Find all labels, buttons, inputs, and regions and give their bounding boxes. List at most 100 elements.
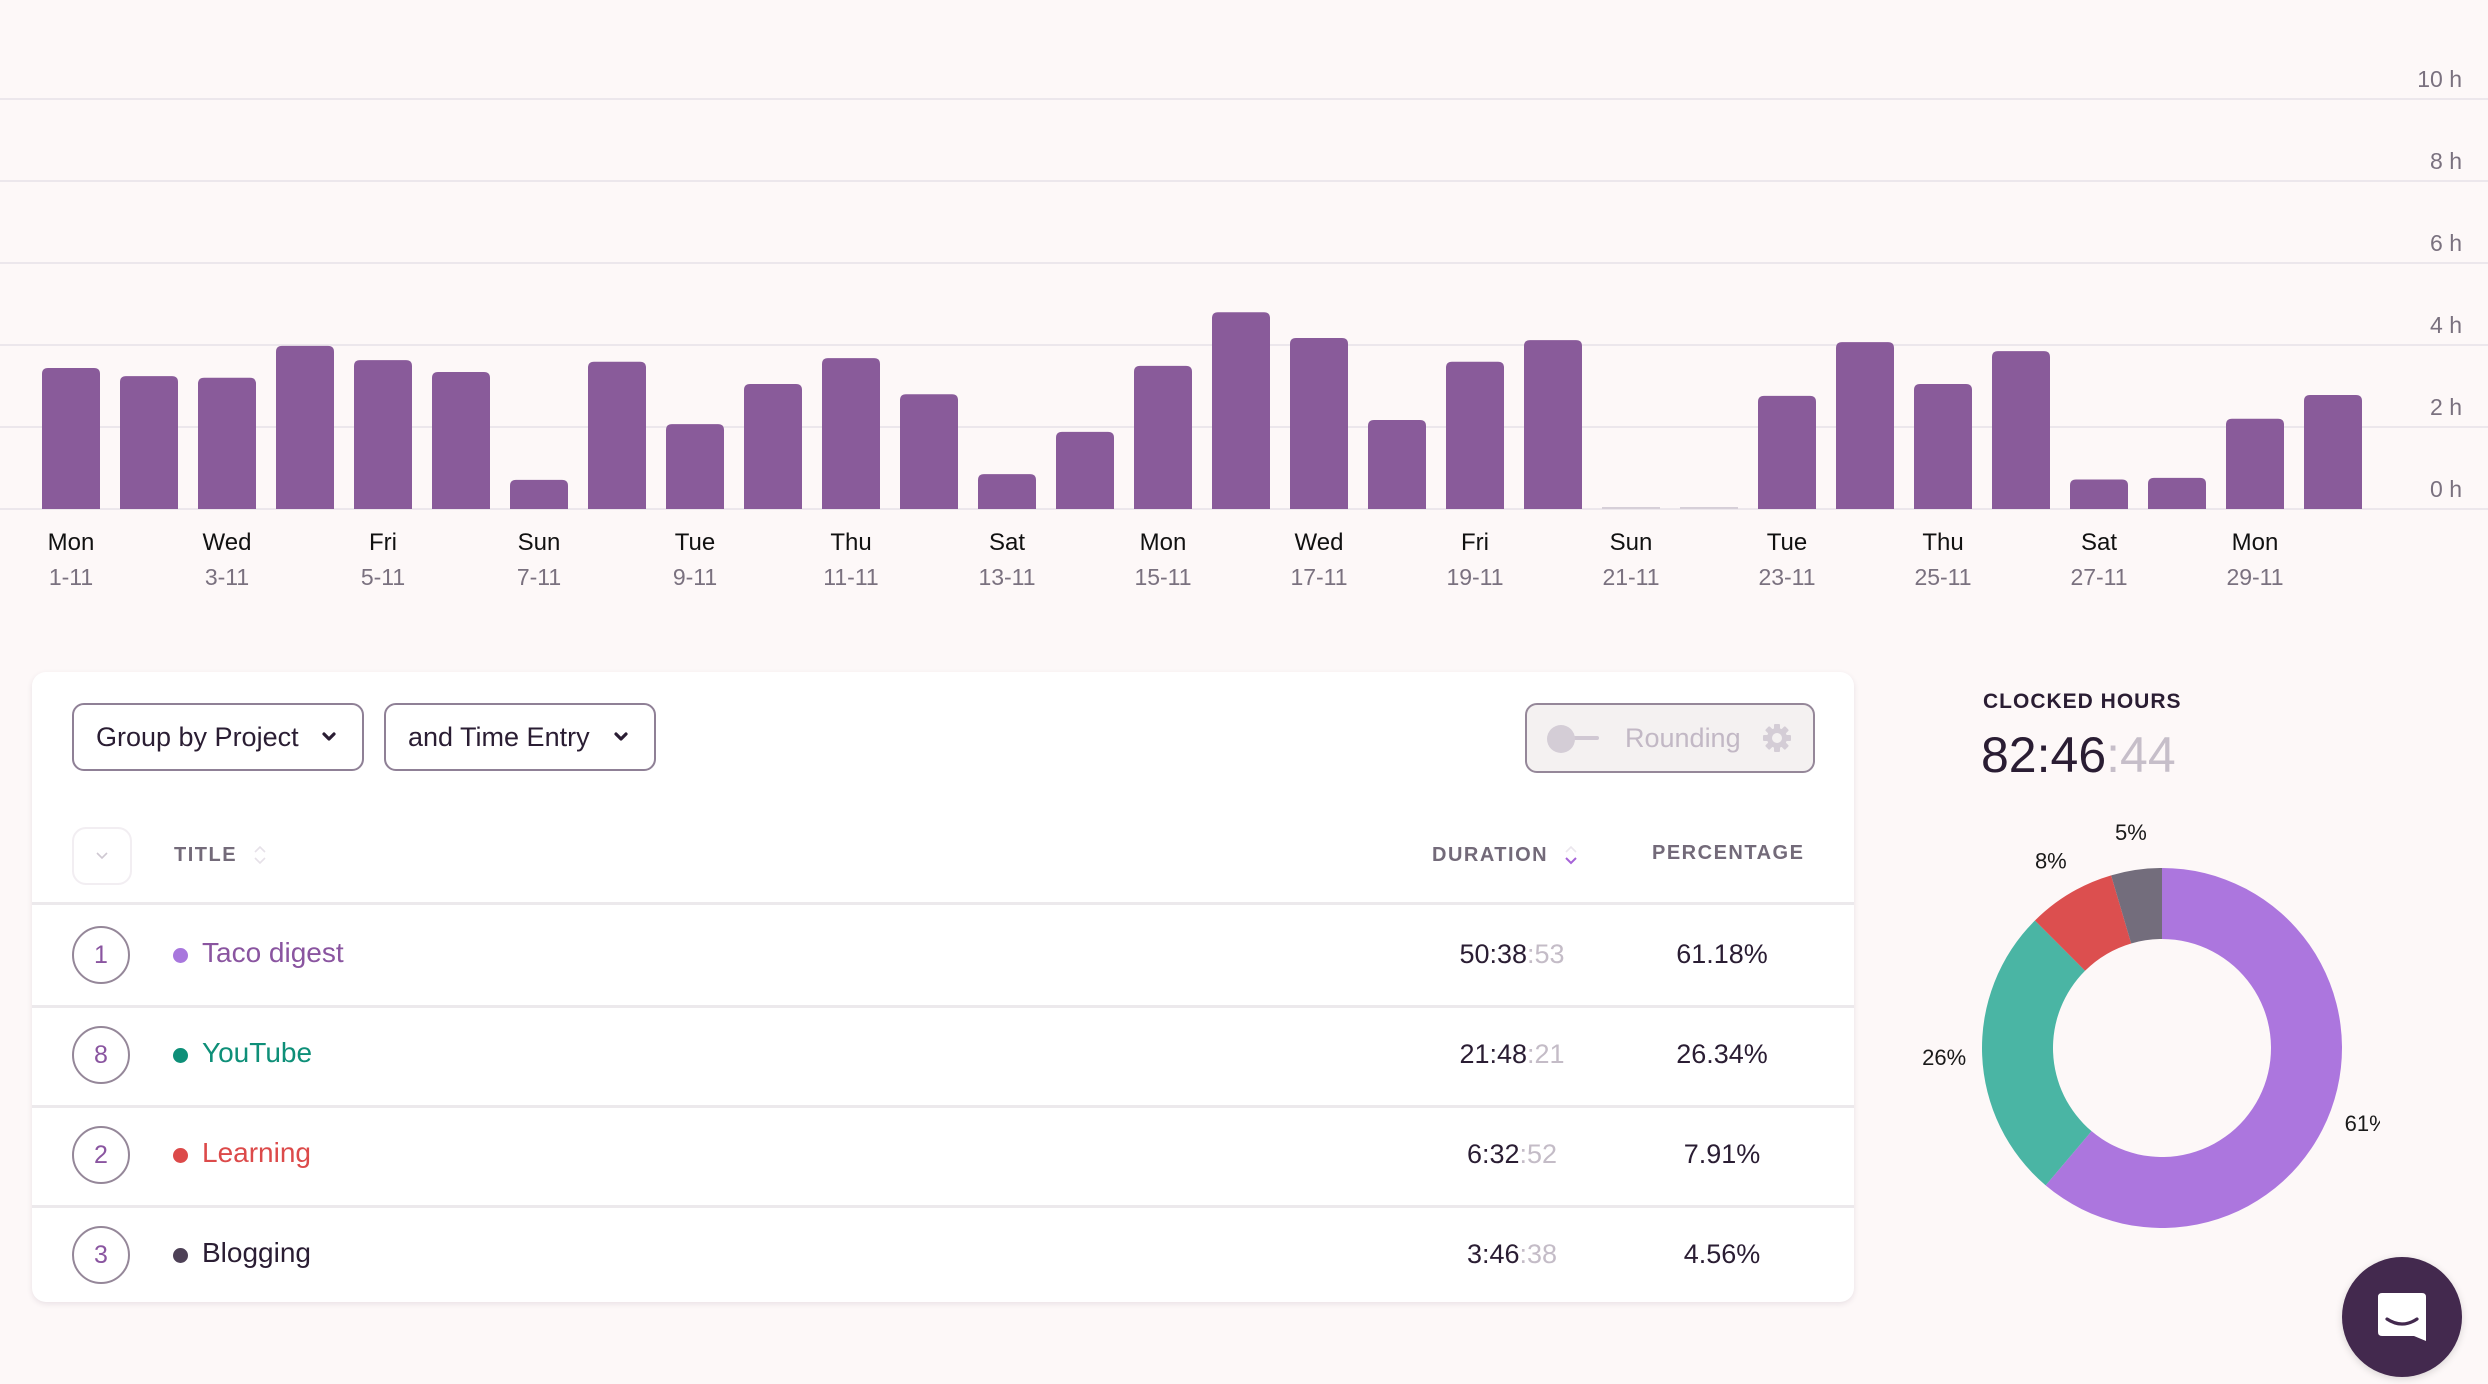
bar[interactable] [822, 358, 880, 509]
bar[interactable] [1836, 342, 1894, 509]
bar[interactable] [1212, 312, 1270, 509]
expand-all-button[interactable] [72, 827, 132, 885]
entry-count-badge[interactable]: 3 [72, 1226, 130, 1284]
bar[interactable] [978, 474, 1036, 509]
x-tick-day-label: Thu [1922, 529, 1963, 556]
project-color-dot [173, 1048, 188, 1063]
duration-value: 21:48:21 [1412, 1039, 1612, 1070]
y-tick-label: 6 h [2430, 230, 2462, 256]
column-header-percentage[interactable]: PERCENTAGE [1652, 842, 1804, 865]
entry-count-badge[interactable]: 8 [72, 1026, 130, 1084]
bar[interactable] [1134, 365, 1192, 509]
bar[interactable] [900, 394, 958, 509]
duration-seconds: :53 [1527, 939, 1565, 969]
bar[interactable] [1446, 361, 1504, 509]
duration-main: 6:32 [1466, 1139, 1520, 1169]
x-tick-date-label: 25-11 [1914, 564, 1971, 590]
x-tick-date-label: 5-11 [361, 564, 405, 590]
bar[interactable] [510, 479, 568, 509]
project-title[interactable]: YouTube [202, 1037, 312, 1069]
y-tick-label: 4 h [2430, 312, 2462, 338]
entry-count-badge[interactable]: 2 [72, 1126, 130, 1184]
duration-header-label: DURATION [1432, 843, 1549, 866]
bar[interactable] [1056, 431, 1114, 509]
switch-knob [1547, 725, 1575, 753]
x-tick-day-label: Mon [48, 529, 95, 556]
project-color-dot [173, 1248, 188, 1263]
duration-main: 50:38 [1459, 939, 1528, 969]
rounding-toggle-button[interactable]: Rounding [1525, 703, 1815, 773]
chat-bubble-smile-icon [2378, 1293, 2426, 1341]
rounding-label: Rounding [1625, 722, 1741, 753]
x-tick-date-label: 13-11 [978, 564, 1035, 590]
bar[interactable] [432, 372, 490, 509]
x-tick-date-label: 11-11 [823, 564, 878, 590]
bar[interactable] [744, 383, 802, 509]
donut-slice-label: 8% [2035, 848, 2067, 873]
table-header: TITLE DURATION PERCENTAGE [32, 822, 1854, 905]
rounding-switch[interactable] [1547, 723, 1601, 753]
bar[interactable] [2304, 395, 2362, 509]
report-table-card: Group by Project and Time Entry Rounding [32, 672, 1854, 1302]
x-tick-date-label: 19-11 [1446, 564, 1503, 590]
duration-value: 50:38:53 [1412, 939, 1612, 970]
table-row[interactable]: 2 Learning 6:32:52 7.91% [32, 1105, 1854, 1208]
table-row[interactable]: 8 YouTube 21:48:21 26.34% [32, 1005, 1854, 1108]
y-tick-label: 2 h [2430, 394, 2462, 420]
bar-empty [1602, 507, 1660, 509]
bar[interactable] [1992, 351, 2050, 509]
bar[interactable] [1368, 420, 1426, 509]
sub-group-dropdown[interactable]: and Time Entry [384, 703, 656, 771]
sort-icon [254, 845, 266, 865]
column-header-title[interactable]: TITLE [174, 842, 267, 868]
x-tick-day-label: Fri [1461, 529, 1489, 556]
column-header-duration[interactable]: DURATION [1432, 842, 1578, 868]
duration-seconds: :38 [1519, 1239, 1558, 1269]
clocked-hours-value: 82:46:44 [1981, 726, 2176, 784]
bar[interactable] [588, 361, 646, 509]
bar[interactable] [1758, 395, 1816, 509]
bar[interactable] [1290, 338, 1348, 509]
project-color-dot [173, 948, 188, 963]
x-tick-day-label: Sun [518, 529, 561, 556]
x-tick-date-label: 21-11 [1602, 564, 1659, 590]
bar[interactable] [354, 360, 412, 509]
chevron-down-icon [610, 726, 632, 748]
project-title[interactable]: Blogging [202, 1237, 311, 1269]
percentage-value: 4.56% [1683, 1239, 1761, 1269]
donut-slice-label: 61% [2345, 1111, 2380, 1136]
title-header-label: TITLE [174, 843, 238, 866]
x-tick-date-label: 27-11 [2070, 564, 2127, 590]
table-row[interactable]: 1 Taco digest 50:38:53 61.18% [32, 905, 1854, 1008]
duration-value: 3:46:38 [1412, 1239, 1612, 1270]
x-tick-day-label: Wed [1295, 529, 1344, 556]
donut-slice-label: 26% [1922, 1045, 1966, 1070]
percentage-value: 7.91% [1683, 1139, 1761, 1169]
bar[interactable] [2226, 418, 2284, 509]
percentage-value: 61.18% [1676, 939, 1768, 969]
duration-main: 3:46 [1466, 1239, 1520, 1269]
bar[interactable] [198, 377, 256, 509]
duration-value: 6:32:52 [1412, 1139, 1612, 1170]
project-title[interactable]: Learning [202, 1137, 311, 1169]
x-tick-day-label: Tue [675, 529, 715, 556]
bar[interactable] [42, 367, 100, 509]
gear-icon[interactable] [1761, 722, 1793, 754]
y-tick-label: 0 h [2430, 476, 2462, 502]
bar[interactable] [2070, 479, 2128, 509]
project-title[interactable]: Taco digest [202, 937, 344, 969]
bar[interactable] [1914, 383, 1972, 509]
x-tick-date-label: 7-11 [517, 564, 561, 590]
x-tick-day-label: Sat [2081, 529, 2117, 556]
bar[interactable] [666, 424, 724, 509]
clocked-hours-main: 82:46 [1981, 727, 2107, 783]
group-by-dropdown[interactable]: Group by Project [72, 703, 364, 771]
project-share-donut-chart: 61% 26% 8% 5% [1922, 820, 2380, 1228]
bar[interactable] [2148, 477, 2206, 509]
bar[interactable] [120, 376, 178, 509]
bar[interactable] [1524, 340, 1582, 509]
entry-count-badge[interactable]: 1 [72, 926, 130, 984]
bar[interactable] [276, 345, 334, 509]
chat-support-button[interactable] [2342, 1257, 2462, 1377]
table-row[interactable]: 3 Blogging 3:46:38 4.56% [32, 1205, 1854, 1305]
